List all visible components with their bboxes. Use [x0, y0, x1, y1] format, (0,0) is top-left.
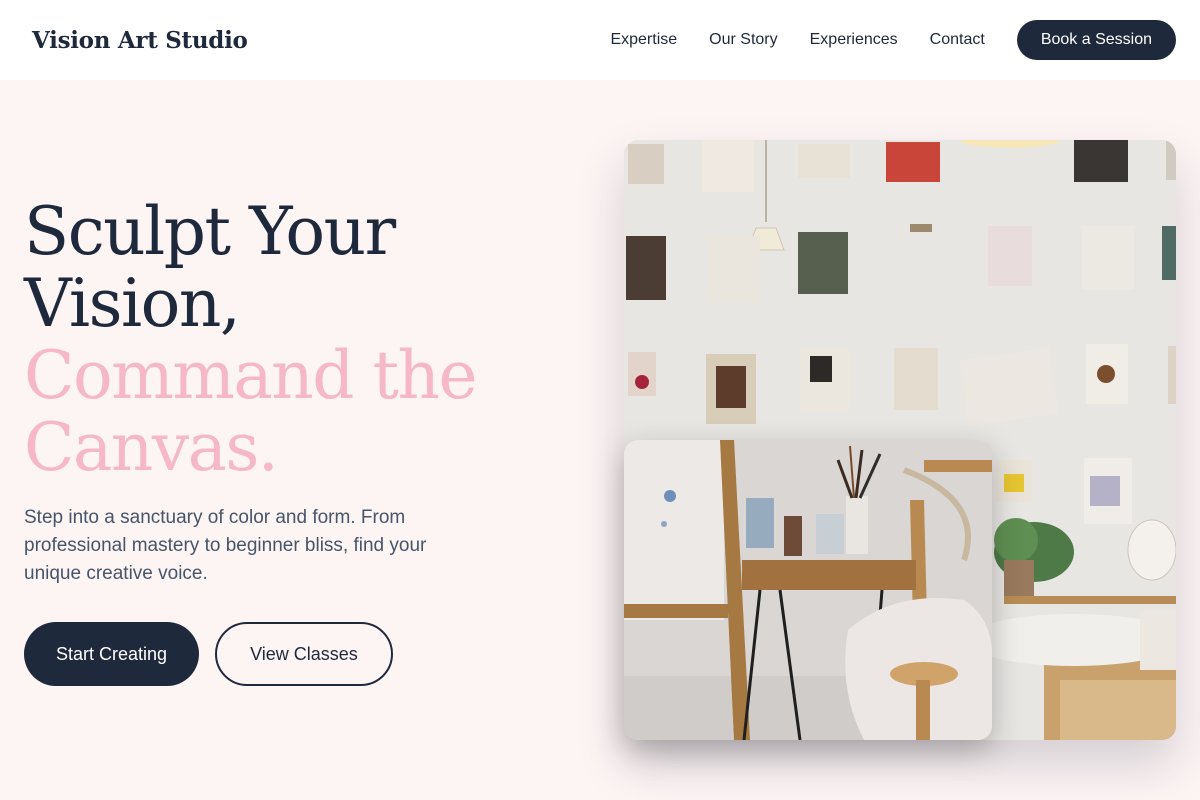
- easel-brushes-illustration: [624, 440, 992, 740]
- nav-link-experiences[interactable]: Experiences: [810, 31, 898, 49]
- site-header: Vision Art Studio Expertise Our Story Ex…: [0, 0, 1200, 80]
- headline-line-2: Vision,: [24, 265, 241, 342]
- headline-line-4: Canvas.: [24, 409, 279, 486]
- view-classes-button[interactable]: View Classes: [215, 622, 393, 686]
- start-creating-button[interactable]: Start Creating: [24, 622, 200, 686]
- hero-lead-text: Step into a sanctuary of color and form.…: [24, 507, 427, 584]
- nav-link-contact[interactable]: Contact: [930, 31, 985, 49]
- book-session-button[interactable]: Book a Session: [1016, 20, 1176, 60]
- artist-easel-photo: [624, 440, 992, 740]
- main-nav: Expertise Our Story Experiences Contact …: [610, 20, 1176, 60]
- headline-line-3: Command the: [24, 337, 478, 414]
- hero-buttons: Start Creating View Classes: [24, 622, 584, 686]
- nav-link-expertise[interactable]: Expertise: [610, 31, 677, 49]
- headline-line-1: Sculpt Your: [24, 193, 396, 270]
- hero-headline: Sculpt Your Vision, Command the Canvas.: [24, 196, 584, 484]
- hero-section: Sculpt Your Vision, Command the Canvas. …: [24, 196, 584, 686]
- brand-logo[interactable]: Vision Art Studio: [32, 27, 248, 54]
- nav-link-our-story[interactable]: Our Story: [709, 31, 777, 49]
